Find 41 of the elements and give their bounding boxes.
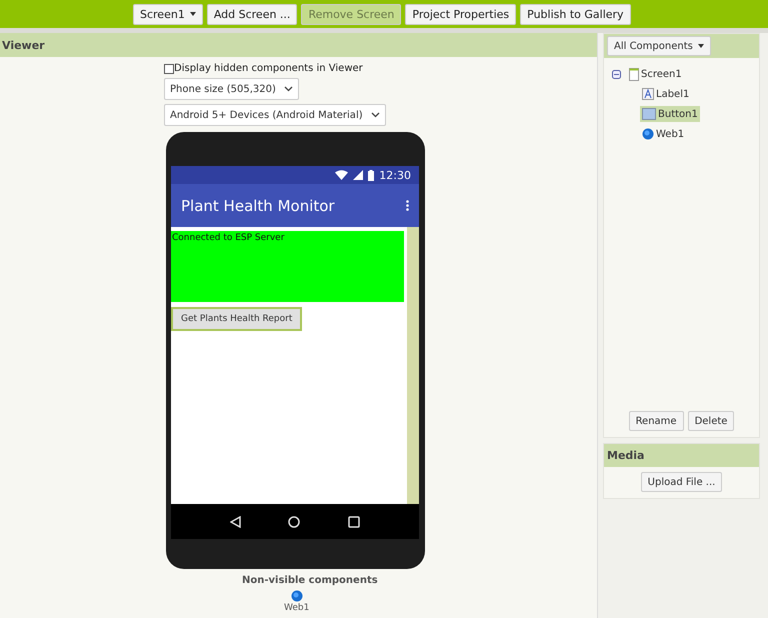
- hidden-components-checkbox[interactable]: Display hidden components in Viewer: [164, 63, 363, 74]
- viewer-header: Viewer: [0, 33, 597, 57]
- wifi-icon: [335, 170, 348, 180]
- globe-icon: [290, 590, 303, 602]
- chevron-icon: [284, 86, 293, 92]
- chevron-icon: [370, 112, 380, 118]
- globe-icon: [642, 128, 654, 140]
- toolbar-button[interactable]: Publish to Gallery: [520, 4, 631, 24]
- tree-item[interactable]: Button1: [640, 106, 700, 122]
- upload-button[interactable]: Upload File ...: [640, 472, 722, 492]
- collapse-icon[interactable]: [612, 70, 621, 78]
- caret-icon: [698, 44, 704, 48]
- tree-item[interactable]: Label1: [640, 86, 692, 102]
- home-icon[interactable]: [288, 516, 300, 528]
- caret-icon: [190, 12, 196, 16]
- back-icon[interactable]: [230, 516, 241, 528]
- theme-select[interactable]: Android 5+ Devices (Android Material): [164, 104, 386, 126]
- tree-item[interactable]: Screen1: [627, 66, 684, 82]
- media-header: Media: [604, 444, 759, 467]
- recents-icon[interactable]: [348, 516, 360, 528]
- button-shape-icon: [642, 108, 656, 120]
- app-title: Plant Health Monitor: [181, 196, 335, 214]
- screen-icon: [629, 68, 639, 80]
- size-select[interactable]: Phone size (505,320): [164, 78, 299, 100]
- letter-a-icon: [642, 88, 654, 100]
- status-label: Connected to ESP Server: [171, 231, 404, 302]
- more-options-icon[interactable]: [406, 200, 409, 211]
- report-button[interactable]: Get Plants Health Report: [171, 307, 302, 331]
- panel-button[interactable]: Rename: [628, 411, 684, 431]
- checkbox[interactable]: [164, 64, 174, 74]
- toolbar-button[interactable]: Add Screen ...: [206, 4, 298, 24]
- screen-dropdown[interactable]: Screen1: [133, 4, 203, 24]
- panel-button[interactable]: Delete: [688, 411, 734, 431]
- component-name: Web1: [284, 603, 310, 613]
- nonvisible-title: Non-visible components: [242, 575, 378, 586]
- status-time: 12:30: [379, 168, 411, 182]
- toolbar-button[interactable]: Project Properties: [405, 4, 516, 24]
- filter-dropdown[interactable]: All Components: [607, 36, 711, 56]
- battery-icon: [368, 170, 374, 180]
- signal-icon: [353, 170, 364, 180]
- tree-item[interactable]: Web1: [640, 126, 686, 142]
